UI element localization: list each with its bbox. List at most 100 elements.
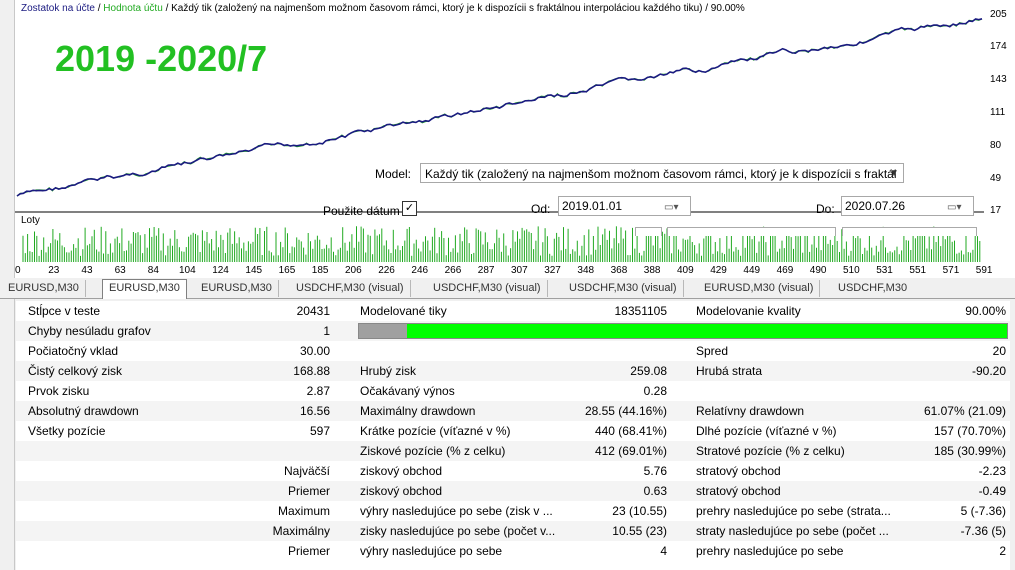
hidden-button[interactable] (635, 227, 662, 236)
tab-8[interactable]: USDCHF,M30 (832, 280, 913, 297)
report-label: Čistý celkový zisk (28, 364, 123, 378)
report-row: Maximálny zisky nasledujúce po sebe (poč… (16, 521, 1010, 541)
report-label: Stĺpce v teste (28, 304, 101, 318)
report-value: 18351105 (614, 304, 668, 318)
y-axis: 205 174 143 111 80 49 17 (984, 0, 1015, 264)
report-label: ziskový obchod (360, 484, 443, 498)
report-row: Priemer ziskový obchod 0.63 stratový obc… (16, 481, 1010, 501)
report-value: 440 (68.41%) (594, 424, 667, 438)
report-value: 28.55 (44.16%) (584, 404, 667, 418)
y-tick: 143 (990, 74, 1007, 85)
report-value: -90.20 (971, 364, 1006, 378)
tab-5[interactable]: USDCHF,M30 (visual) (427, 280, 548, 297)
report-row: Absolutný drawdown 16.56 Maximálny drawd… (16, 401, 1010, 421)
hidden-button[interactable] (667, 227, 836, 236)
legend-quality: / 90.00% (705, 3, 745, 14)
x-tick: 145 (245, 265, 263, 276)
report-value: -2.23 (978, 464, 1006, 478)
report-table: Stĺpce v teste 20431 Modelované tiky 183… (16, 301, 1010, 570)
overlay-title: 2019 -2020/7 (55, 38, 268, 79)
report-value: 157 (70.70%) (933, 424, 1006, 438)
report-label: Modelovanie kvality (696, 304, 801, 318)
x-tick: 327 (544, 265, 561, 276)
report-label: Hrubá strata (696, 364, 763, 378)
x-tick: 23 (48, 265, 60, 276)
model-select-value: Každý tik (založený na najmenšom možnom … (425, 167, 897, 181)
report-label: Stratové pozície (% z celku) (696, 444, 845, 458)
hidden-button[interactable] (842, 227, 977, 236)
report-label: Modelované tiky (360, 304, 447, 318)
report-label: výhry nasledujúce po sebe (zisk v ... (360, 504, 553, 518)
x-tick: 490 (809, 265, 827, 276)
x-tick: 246 (411, 265, 429, 276)
lots-histogram (22, 226, 981, 262)
report-value: 1 (323, 324, 330, 338)
tab-7[interactable]: EURUSD,M30 (visual) (698, 280, 821, 297)
to-date-input[interactable]: 2020.07.26 ▭▾ (841, 196, 974, 216)
balance-chart: Zostatok na účte / Hodnota účtu / Každý … (15, 0, 984, 264)
report-value: 2.87 (306, 384, 330, 398)
report-value: 30.00 (299, 344, 330, 358)
report-row: Všetky pozície 597 Krátke pozície (víťaz… (16, 421, 1010, 441)
report-value: 597 (309, 424, 330, 438)
x-tick: 185 (311, 265, 329, 276)
report-label: zisky nasledujúce po sebe (počet v... (360, 524, 556, 538)
report-row: Priemer výhry nasledujúce po sebe 4 preh… (16, 541, 1010, 561)
report-value: 185 (30.99%) (933, 444, 1006, 458)
report-label: Maximum (277, 504, 330, 518)
to-label: Do: (816, 202, 835, 216)
report-value: 259.08 (630, 364, 667, 378)
report-row: Počiatočný vklad 30.00 Spred 20 (16, 341, 1010, 361)
legend-separator: / (165, 3, 169, 14)
calendar-icon[interactable]: ▭▾ (947, 199, 971, 213)
x-tick: 287 (477, 265, 495, 276)
report-row: Čistý celkový zisk 168.88 Hrubý zisk 259… (16, 361, 1010, 381)
model-select[interactable]: Každý tik (založený na najmenšom možnom … (420, 163, 904, 183)
report-label: stratový obchod (696, 464, 781, 478)
x-tick: 104 (179, 265, 196, 276)
report-label: stratový obchod (696, 484, 781, 498)
report-value: 168.88 (293, 364, 330, 378)
tab-6[interactable]: USDCHF,M30 (visual) (563, 280, 684, 297)
report-label: prehry nasledujúce po sebe (strata... (696, 504, 891, 518)
x-tick: 63 (114, 265, 126, 276)
report-label: Relatívny drawdown (696, 404, 805, 418)
report-value: 20 (992, 344, 1006, 358)
x-tick: 551 (909, 265, 927, 276)
from-label: Od: (531, 202, 551, 216)
report-label: Krátke pozície (víťazné v %) (360, 424, 511, 438)
use-date-checkbox[interactable]: ✓ (402, 201, 417, 216)
report-value: 412 (69.01%) (594, 444, 667, 458)
tab-2-active[interactable]: EURUSD,M30 (102, 279, 187, 299)
report-value: 5 (-7.36) (960, 504, 1006, 518)
report-label: Priemer (287, 484, 330, 498)
report-label: Maximálny drawdown (360, 404, 476, 418)
report-value: 4 (660, 544, 667, 558)
x-tick: 531 (876, 265, 893, 276)
from-date-input[interactable]: 2019.01.01 ▭▾ (558, 196, 691, 216)
model-label: Model: (375, 167, 412, 181)
x-tick: 124 (212, 265, 229, 276)
x-tick: 266 (444, 265, 462, 276)
report-value: 20431 (296, 304, 330, 318)
tab-4[interactable]: USDCHF,M30 (visual) (290, 280, 411, 297)
report-label: Priemer (287, 544, 330, 558)
report-value: 5.76 (643, 464, 667, 478)
chevron-down-icon: ▼ (889, 168, 899, 179)
report-row: Prvok zisku 2.87 Očakávaný výnos 0.28 (16, 381, 1010, 401)
x-tick: 469 (776, 265, 794, 276)
lots-label: Loty (21, 215, 40, 226)
report-row: Chyby nesúladu grafov 1 (16, 321, 1010, 341)
report-label: výhry nasledujúce po sebe (360, 544, 503, 558)
report-value: -7.36 (5) (960, 524, 1006, 538)
y-tick: 80 (990, 140, 1002, 151)
report-label: ziskový obchod (360, 464, 443, 478)
calendar-icon[interactable]: ▭▾ (664, 199, 688, 213)
report-value: 2 (999, 544, 1006, 558)
tab-3[interactable]: EURUSD,M30 (195, 280, 279, 297)
tab-1[interactable]: EURUSD,M30 (2, 280, 86, 297)
x-tick: 0 (15, 265, 21, 276)
report-value: 61.07% (21.09) (923, 404, 1006, 418)
report-value: 0.28 (643, 384, 667, 398)
report-row: Ziskové pozície (% z celku) 412 (69.01%)… (16, 441, 1010, 461)
